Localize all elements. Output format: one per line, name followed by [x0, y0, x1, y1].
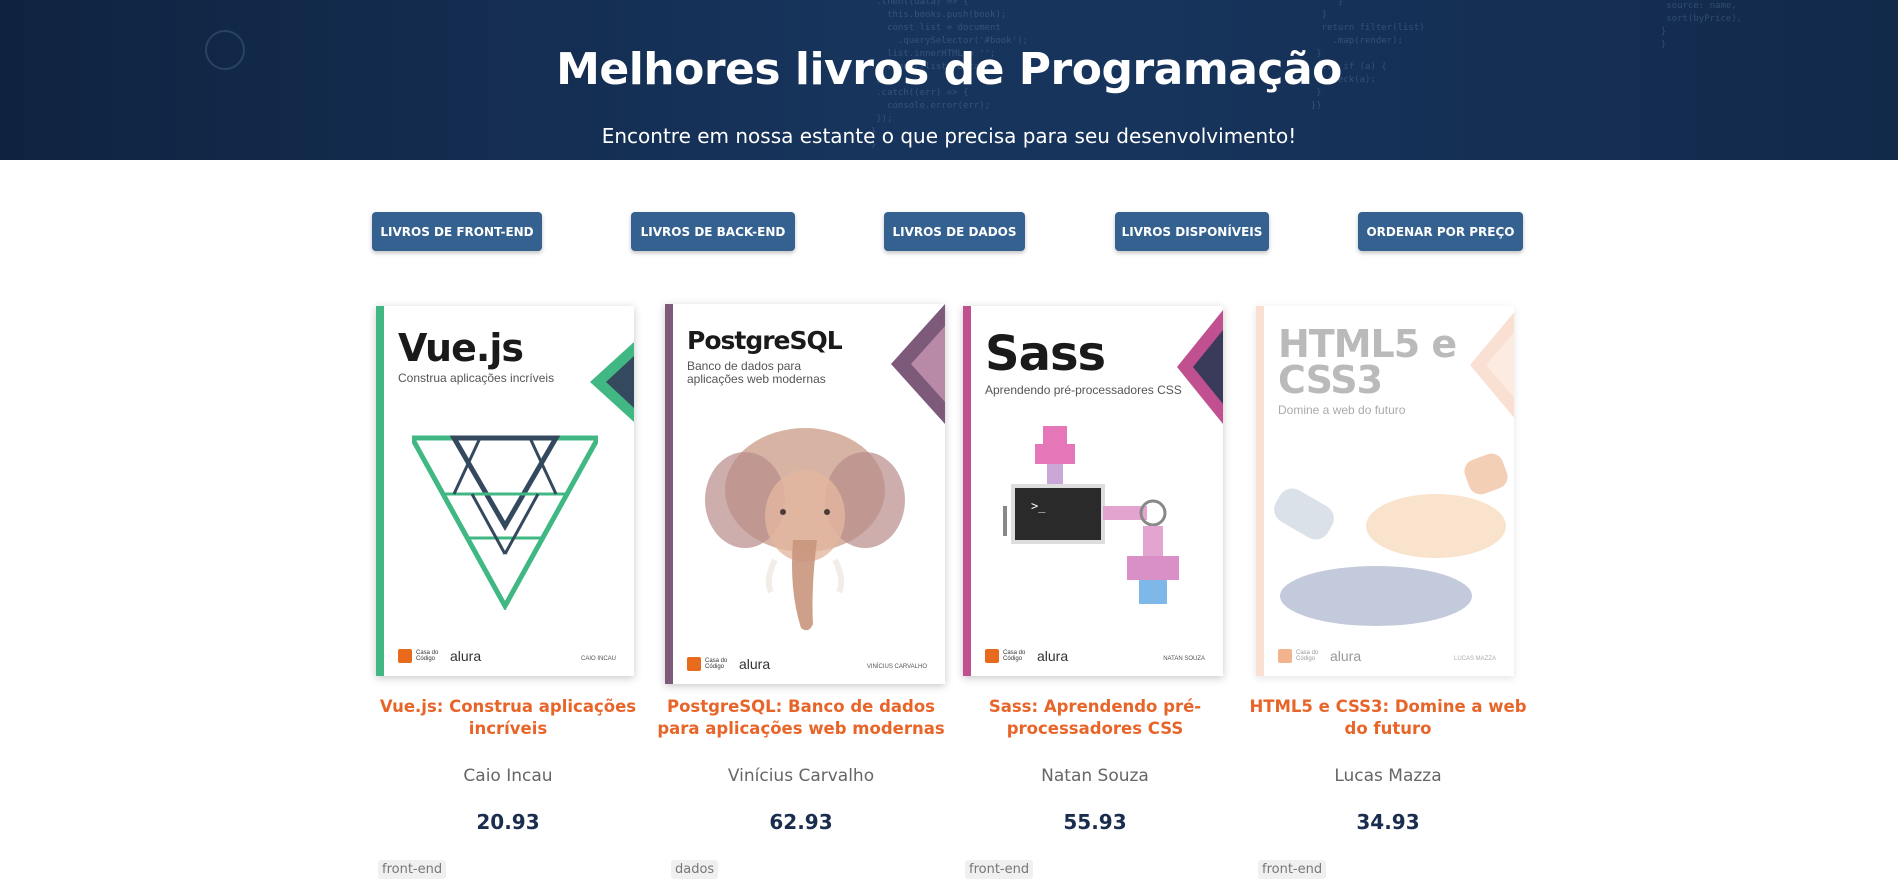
casa-do-codigo-icon [687, 657, 701, 671]
cover-title: Sass [985, 326, 1106, 382]
cover-corner-decoration [590, 342, 634, 422]
casa-do-codigo-icon [398, 649, 412, 663]
book-cover[interactable]: HTML5 e CSS3 Domine a web do futuro Casa… [1256, 306, 1514, 676]
publisher-logo: Casa do Código alura [1278, 648, 1361, 664]
filter-front-end-button[interactable]: LIVROS DE FRONT-END [372, 212, 542, 251]
cover-title: PostgreSQL [687, 326, 843, 355]
book-price: 55.93 [1063, 810, 1127, 834]
filter-back-end-button[interactable]: LIVROS DE BACK-END [631, 212, 795, 251]
book-title[interactable]: PostgreSQL: Banco de dados para aplicaçõ… [657, 696, 945, 740]
cover-subtitle: Aprendendo pré-processadores CSS [985, 383, 1182, 397]
cover-spine [1256, 306, 1264, 676]
cover-author: NATAN SOUZA [1163, 656, 1205, 662]
cover-corner-decoration [1177, 310, 1223, 424]
svg-text:>_: >_ [1031, 499, 1046, 513]
cover-author: LUCAS MAZZA [1453, 656, 1496, 662]
cover-author: VINÍCIUS CARVALHO [866, 664, 927, 670]
filter-available-button[interactable]: LIVROS DISPONÍVEIS [1115, 212, 1269, 251]
publisher-logo: Casa do Código alura [398, 648, 481, 664]
casa-do-codigo-icon [1278, 649, 1292, 663]
book-title[interactable]: Sass: Aprendendo pré-processadores CSS [951, 696, 1239, 740]
cover-subtitle: Banco de dados para aplicações web moder… [687, 359, 826, 386]
cover-subtitle: Domine a web do futuro [1278, 403, 1406, 417]
casa-do-codigo-icon [985, 649, 999, 663]
page-subtitle: Encontre em nossa estante o que precisa … [601, 124, 1297, 148]
filter-data-button[interactable]: LIVROS DE DADOS [884, 212, 1025, 251]
book-category-tag: dados [671, 860, 719, 879]
cover-spine [376, 306, 384, 676]
book-title[interactable]: HTML5 e CSS3: Domine a web do futuro [1244, 696, 1532, 740]
book-author: Caio Incau [463, 766, 553, 786]
book-author: Vinícius Carvalho [727, 766, 875, 786]
cover-spine [665, 304, 673, 684]
vue-logo-icon [412, 435, 598, 610]
book-title[interactable]: Vue.js: Construa aplicações incríveis [364, 696, 652, 740]
cover-title: Vue.js [398, 326, 524, 370]
elephant-illustration-icon [705, 428, 905, 631]
cover-corner-decoration [1470, 312, 1514, 418]
book-category-tag: front-end [378, 860, 447, 879]
publisher-logo: Casa do Código alura [687, 656, 770, 672]
book-category-tag: front-end [965, 860, 1034, 879]
book-cover[interactable]: Vue.js Construa aplicações incríveis Cas… [376, 306, 634, 676]
cover-author: CAIO INCAU [580, 656, 616, 662]
book-category-tag: front-end [1258, 860, 1327, 879]
cover-subtitle: Construa aplicações incríveis [398, 371, 555, 385]
book-price: 20.93 [476, 810, 540, 834]
book-cover[interactable]: PostgreSQL Banco de dados para aplicaçõe… [665, 304, 945, 684]
publisher-logo: Casa do Código alura [985, 648, 1068, 664]
spilled-paint-illustration-icon [1274, 453, 1508, 626]
sort-by-price-button[interactable]: ORDENAR POR PREÇO [1358, 212, 1523, 251]
page-banner: .then((data) => { this.books.push(book);… [0, 0, 1898, 160]
book-cover[interactable]: Sass Aprendendo pré-processadores CSS >_ [963, 306, 1223, 676]
cover-spine [963, 306, 971, 676]
book-author: Lucas Mazza [1334, 766, 1442, 786]
cover-corner-decoration [891, 304, 945, 424]
book-price: 62.93 [769, 810, 833, 834]
page-title: Melhores livros de Programação [556, 44, 1342, 95]
sass-machine-illustration-icon: >_ [1003, 426, 1179, 604]
book-price: 34.93 [1356, 810, 1420, 834]
book-author: Natan Souza [1041, 766, 1149, 786]
